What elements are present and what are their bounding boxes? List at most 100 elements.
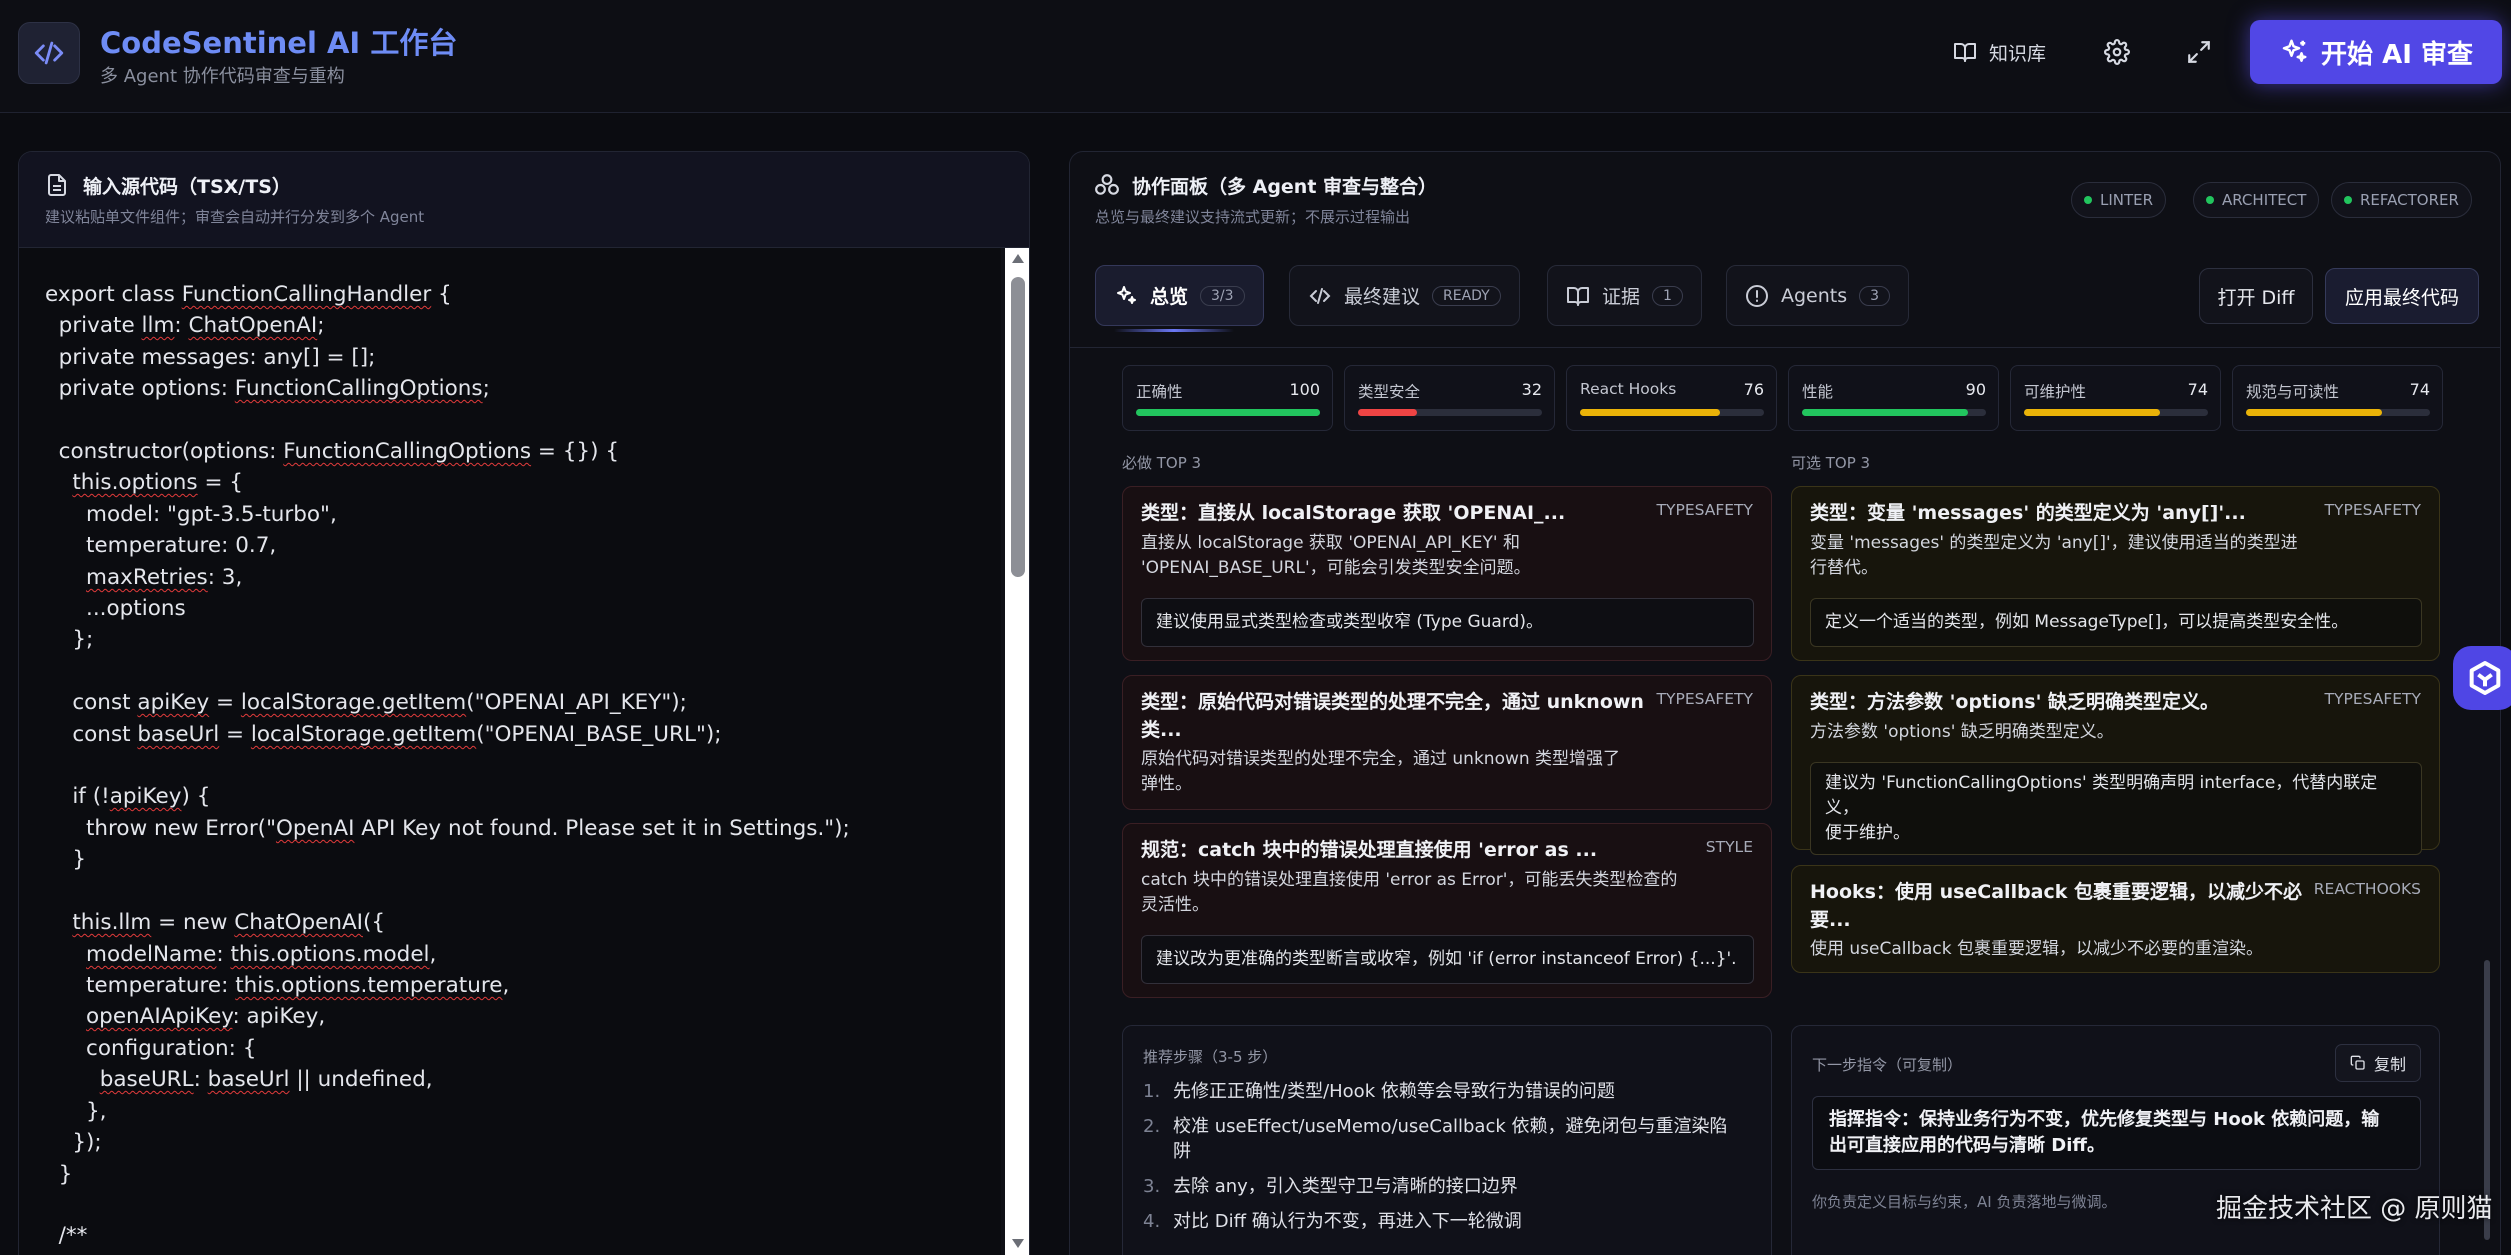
tab-badge: 1 xyxy=(1652,285,1683,306)
code-line: temperature: 0.7, xyxy=(45,533,277,558)
code-line: model: "gpt-3.5-turbo", xyxy=(45,502,337,527)
book-icon xyxy=(1954,43,1976,62)
metric-bar-fill xyxy=(2246,409,2383,416)
metric-label: 类型安全 xyxy=(1358,383,1421,401)
app-subtitle: 多 Agent 协作代码审查与重构 xyxy=(100,66,345,87)
expand-icon xyxy=(2188,41,2210,63)
code-line: configuration: { xyxy=(45,1036,257,1061)
start-review-button[interactable]: 开始 AI 审查 xyxy=(2250,20,2502,84)
source-code-header: 输入源代码（TSX/TS） 建议粘贴单文件组件；审查会自动并行分发到多个 Age… xyxy=(19,152,1029,248)
open-diff-button[interactable]: 打开 Diff xyxy=(2199,268,2313,324)
metric-bar-fill xyxy=(1358,409,1417,416)
code-line: /** xyxy=(45,1223,88,1248)
code-icon xyxy=(1309,287,1331,304)
code-line: }, xyxy=(45,1099,107,1124)
optional-card[interactable]: 类型：变量 'messages' 的类型定义为 'any[]'... TYPES… xyxy=(1791,486,2440,661)
must-card[interactable]: 规范：catch 块中的错误处理直接使用 'error as ... STYLE… xyxy=(1122,823,1772,998)
agents-icon xyxy=(1095,174,1119,195)
optional-card[interactable]: 类型：方法参数 'options' 缺乏明确类型定义。 TYPESAFETY 方… xyxy=(1791,675,2440,855)
metric-bar-fill xyxy=(1136,409,1320,416)
tab-badge: READY xyxy=(1432,285,1501,306)
step-item: 4. 对比 Diff 确认行为不变，再进入下一轮微调 xyxy=(1143,1211,1522,1232)
knowledge-base-button[interactable]: 知识库 xyxy=(1953,33,2046,71)
suggestion-box: 定义一个适当的类型，例如 MessageType[]，可以提高类型安全性。 xyxy=(1810,598,2422,647)
code-line: throw new Error("OpenAI API Key not foun… xyxy=(45,816,850,841)
metric-label: 性能 xyxy=(1802,383,1834,401)
agent-status-refactorer: REFACTORER xyxy=(2331,182,2472,218)
code-line: this.options = { xyxy=(72,470,243,495)
code-line: export class FunctionCallingHandler { xyxy=(45,282,452,307)
optional-card[interactable]: Hooks：使用 useCallback 包裹重要逻辑，以减少不必 要... R… xyxy=(1791,865,2440,973)
tab-overview[interactable]: 总览 3/3 xyxy=(1095,265,1264,326)
code-line: constructor(options: FunctionCallingOpti… xyxy=(45,439,620,464)
tab-badge: 3 xyxy=(1859,285,1891,306)
copy-button[interactable]: 复制 xyxy=(2334,1044,2421,1082)
metric-value: 76 xyxy=(1743,380,1764,399)
metric-label: 规范与可读性 xyxy=(2246,383,2340,401)
tab-agents[interactable]: Agents 3 xyxy=(1726,265,1910,326)
metric-bar xyxy=(2246,409,2430,416)
metric-bar xyxy=(2024,409,2208,416)
code-line: if (!apiKey) { xyxy=(45,784,211,809)
code-line: } xyxy=(45,1162,73,1187)
category-tag: REACTHOOKS xyxy=(2313,880,2421,898)
gear-icon xyxy=(2104,39,2130,65)
collaboration-title: 协作面板（多 Agent 审查与整合） xyxy=(1132,176,1438,198)
status-dot xyxy=(2344,196,2352,204)
apply-final-code-button[interactable]: 应用最终代码 xyxy=(2325,268,2479,324)
fullscreen-button[interactable] xyxy=(2186,33,2212,71)
command-text[interactable]: 指挥指令：保持业务行为不变，优先修复类型与 Hook 依赖问题，输 出可直接应用… xyxy=(1812,1096,2421,1170)
must-card[interactable]: 类型：原始代码对错误类型的处理不完全，通过 unknown 类... TYPES… xyxy=(1122,675,1772,810)
settings-button[interactable] xyxy=(2104,33,2130,71)
tab-evidence[interactable]: 证据 1 xyxy=(1547,265,1702,326)
metric-bar xyxy=(1358,409,1542,416)
suggestion-box: 建议使用显式类型检查或类型收窄 (Type Guard)。 xyxy=(1141,598,1754,647)
metric-value: 90 xyxy=(1965,380,1986,399)
metric-value: 74 xyxy=(2187,380,2208,399)
source-code-subtitle: 建议粘贴单文件组件；审查会自动并行分发到多个 Agent xyxy=(45,208,425,226)
assistant-fab[interactable] xyxy=(2453,646,2511,710)
assistant-icon xyxy=(2469,661,2501,695)
agent-status-architect: ARCHITECT xyxy=(2193,182,2320,218)
alert-circle-icon xyxy=(1746,284,1768,307)
metric-bar-fill xyxy=(2024,409,2161,416)
tab-final-suggestion[interactable]: 最终建议 READY xyxy=(1289,265,1520,326)
metric-tile: 性能 90 xyxy=(1788,365,1999,431)
metric-tile: 类型安全 32 xyxy=(1344,365,1555,431)
code-line: modelName: this.options.model, xyxy=(86,942,437,967)
step-item: 2. 校准 useEffect/useMemo/useCallback 依赖，避免… xyxy=(1143,1116,1728,1137)
code-line: baseURL: baseUrl || undefined, xyxy=(99,1067,433,1092)
collaboration-subtitle: 总览与最终建议支持流式更新；不展示过程输出 xyxy=(1095,208,1411,226)
metric-bar xyxy=(1802,409,1986,416)
scroll-up-icon xyxy=(1012,254,1024,263)
source-code-panel: 输入源代码（TSX/TS） 建议粘贴单文件组件；审查会自动并行分发到多个 Age… xyxy=(18,151,1030,1255)
start-review-label: 开始 AI 审查 xyxy=(2321,39,2473,70)
step-item: 1. 先修正正确性/类型/Hook 依赖等会导致行为错误的问题 xyxy=(1143,1081,1615,1102)
metric-label: 正确性 xyxy=(1136,383,1183,401)
code-logo-icon xyxy=(18,22,80,84)
code-line: temperature: this.options.temperature, xyxy=(45,973,510,998)
code-line: }); xyxy=(45,1130,102,1155)
code-line: private llm: ChatOpenAI; xyxy=(45,313,325,338)
step-item-continued: 阱 xyxy=(1173,1141,1191,1162)
sparkles-icon xyxy=(1117,285,1136,304)
metric-tile: 可维护性 74 xyxy=(2010,365,2221,431)
metric-bar xyxy=(1136,409,1320,416)
must-card[interactable]: 类型：直接从 localStorage 获取 'OPENAI_... TYPES… xyxy=(1122,486,1772,661)
category-tag: TYPESAFETY xyxy=(2324,690,2421,708)
code-line: }; xyxy=(45,627,94,652)
watermark-text: 掘金技术社区 @ 原则猫 xyxy=(2216,1194,2493,1224)
app-header: CodeSentinel AI 工作台 多 Agent 协作代码审查与重构 知识… xyxy=(0,0,2511,113)
code-editor[interactable]: export class FunctionCallingHandler { pr… xyxy=(19,248,1001,1255)
metric-tile: 规范与可读性 74 xyxy=(2232,365,2443,431)
metric-tile: 正确性 100 xyxy=(1122,365,1333,431)
code-line: maxRetries: 3, xyxy=(86,565,243,590)
active-tab-indicator xyxy=(1114,329,1234,332)
code-line: this.llm = new ChatOpenAI({ xyxy=(72,910,386,935)
code-line: openAIApiKey: apiKey, xyxy=(86,1004,326,1029)
code-scroll-thumb[interactable] xyxy=(1011,277,1025,577)
recommended-steps-card: 推荐步骤（3-5 步） 1. 先修正正确性/类型/Hook 依赖等会导致行为错误的… xyxy=(1122,1025,1772,1255)
optional-label: 可选 TOP 3 xyxy=(1791,454,1871,472)
book-icon xyxy=(1567,286,1589,306)
status-dot xyxy=(2084,196,2092,204)
